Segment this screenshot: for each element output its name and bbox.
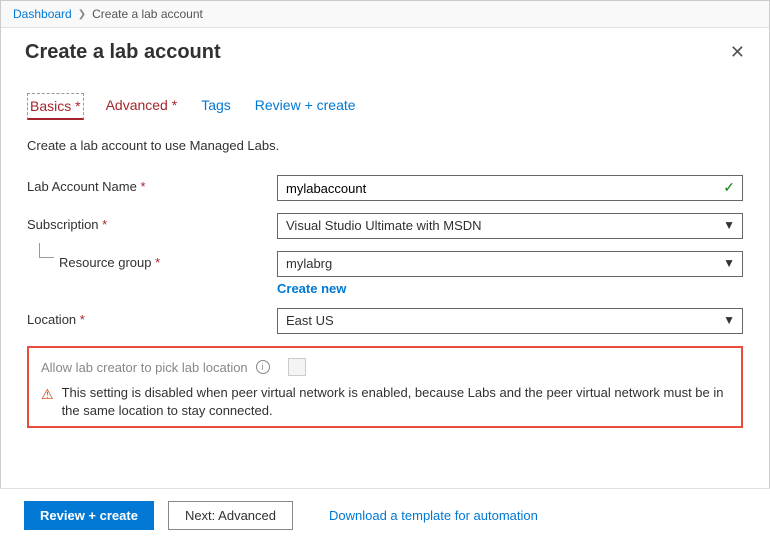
breadcrumb-root[interactable]: Dashboard: [13, 7, 72, 21]
allow-pick-location-label: Allow lab creator to pick lab location: [41, 360, 248, 375]
page-title: Create a lab account: [25, 41, 221, 64]
label-subscription: Subscription: [27, 217, 99, 232]
create-new-link[interactable]: Create new: [277, 281, 346, 296]
resource-group-select[interactable]: mylabrg: [277, 251, 743, 277]
tab-advanced[interactable]: Advanced *: [104, 93, 180, 120]
label-resource-group: Resource group: [59, 255, 152, 270]
tab-review[interactable]: Review + create: [253, 93, 358, 120]
next-advanced-button[interactable]: Next: Advanced: [168, 501, 293, 530]
check-icon: ✓: [723, 179, 735, 196]
close-icon[interactable]: ✕: [726, 38, 749, 67]
label-location: Location: [27, 312, 76, 327]
review-create-button[interactable]: Review + create: [24, 501, 154, 530]
info-icon[interactable]: i: [256, 360, 270, 374]
chevron-right-icon: ❯: [78, 9, 86, 20]
allow-pick-location-checkbox: [288, 358, 306, 376]
warning-text: This setting is disabled when peer virtu…: [62, 384, 729, 420]
tab-tags[interactable]: Tags: [199, 93, 233, 120]
location-select[interactable]: East US: [277, 308, 743, 334]
intro-text: Create a lab account to use Managed Labs…: [27, 138, 743, 153]
tab-basics[interactable]: Basics *: [27, 93, 84, 120]
disabled-setting-box: Allow lab creator to pick lab location i…: [27, 346, 743, 428]
footer: Review + create Next: Advanced Download …: [0, 488, 770, 542]
download-template-link[interactable]: Download a template for automation: [329, 508, 538, 523]
lab-account-name-input[interactable]: [277, 175, 743, 201]
breadcrumb: Dashboard ❯ Create a lab account: [1, 1, 769, 28]
breadcrumb-current: Create a lab account: [92, 7, 203, 21]
tabs: Basics * Advanced * Tags Review + create: [27, 93, 743, 120]
warning-icon: ⚠: [41, 385, 54, 405]
subscription-select[interactable]: Visual Studio Ultimate with MSDN: [277, 213, 743, 239]
label-name: Lab Account Name: [27, 179, 137, 194]
